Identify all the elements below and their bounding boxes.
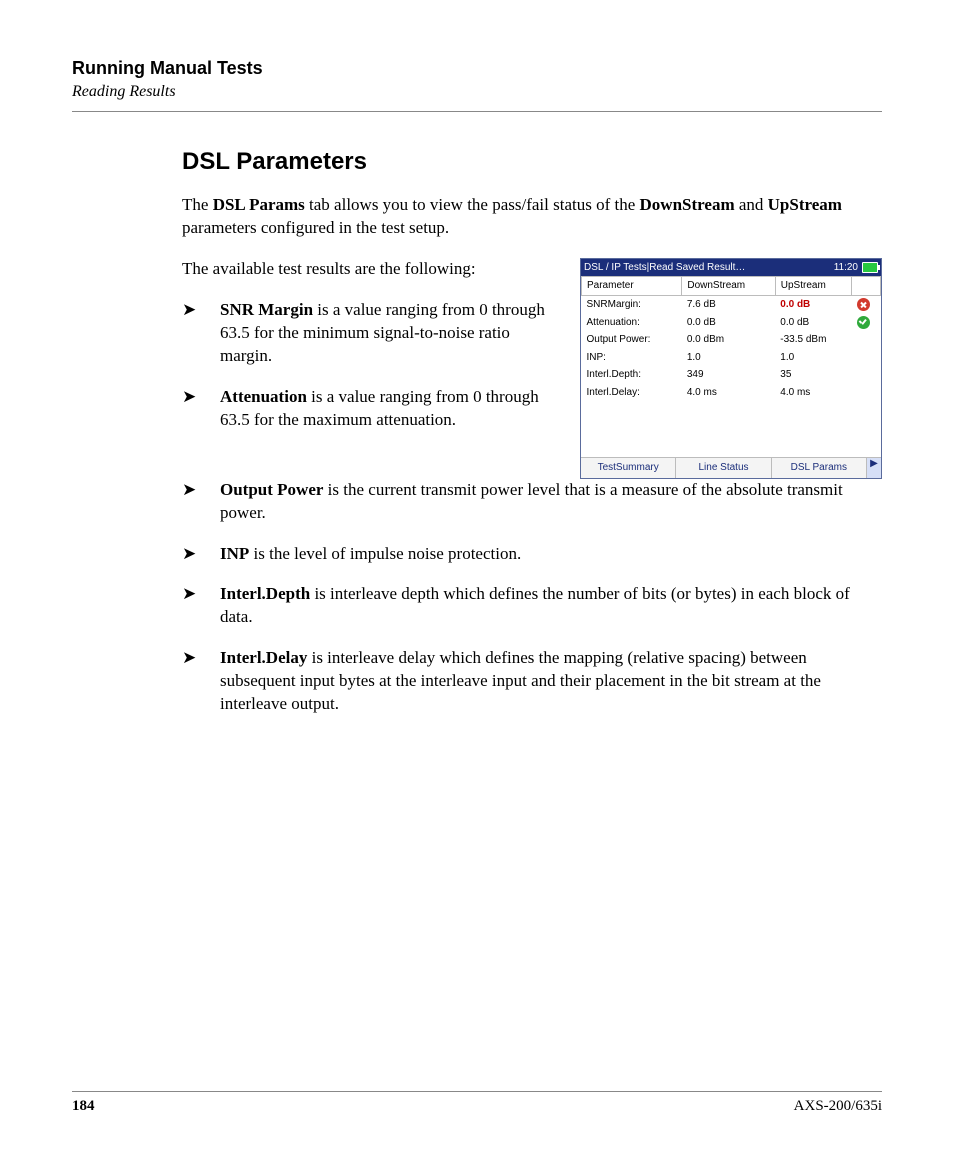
text: and [735,195,768,214]
text: tab allows you to view the pass/fail sta… [305,195,640,214]
intro-paragraph-2: The available test results are the follo… [182,258,558,281]
fail-value: 0.0 dB [780,299,810,310]
screenshot-clock: 11:20 [834,261,858,275]
tab-dsl-params[interactable]: DSL Params [772,457,867,478]
cell: 0.0 dB [682,314,775,332]
cell: 349 [682,366,775,384]
parameter-table: Parameter DownStream UpStream SNRMargin:… [581,276,881,401]
col-downstream: DownStream [682,277,775,296]
cell: 0.0 dBm [682,331,775,349]
screenshot-blank-area [581,401,881,457]
cell: 35 [775,366,851,384]
running-header-chapter: Running Manual Tests [72,58,882,79]
text: The [182,195,213,214]
bullet-arrow-icon: ➤ [182,479,204,525]
bold-term: DSL Params [213,195,305,214]
running-header-section: Reading Results [72,83,882,101]
fail-icon [857,298,870,311]
bullet-term: Interl.Depth [220,584,310,603]
cell: 1.0 [682,349,775,367]
table-row: Output Power:0.0 dBm-33.5 dBm [582,331,881,349]
list-item: ➤Output Power is the current transmit po… [182,479,882,525]
cell: 7.6 dB [682,295,775,313]
cell: Interl.Depth: [582,366,682,384]
section-title: DSL Parameters [72,148,882,176]
col-status [852,277,881,296]
bullet-arrow-icon: ➤ [182,543,204,566]
cell: 4.0 ms [682,384,775,402]
cell [852,331,881,349]
table-row: Interl.Delay:4.0 ms4.0 ms [582,384,881,402]
cell: SNRMargin: [582,295,682,313]
bullet-text: is interleave delay which defines the ma… [220,648,821,713]
bullet-list-top: ➤SNR Margin is a value ranging from 0 th… [182,299,558,432]
bullet-term: Attenuation [220,387,307,406]
screenshot-titlebar: DSL / IP Tests|Read Saved Result… 11:20 [581,259,881,277]
pass-icon [857,316,870,329]
bullet-term: INP [220,544,249,563]
cell: 0.0 dB [775,295,851,313]
battery-icon [862,262,878,273]
bullet-list-bottom: ➤Output Power is the current transmit po… [182,479,882,717]
tab-line-status[interactable]: Line Status [676,457,771,478]
text: parameters configured in the test setup. [182,218,449,237]
bullet-term: Output Power [220,480,323,499]
intro-paragraph-1: The DSL Params tab allows you to view th… [182,194,882,240]
list-item: ➤ Interl.Delay is interleave delay which … [182,647,882,716]
product-model: AXS-200/635i [794,1098,882,1115]
list-item: ➤ INP is the level of impulse noise prote… [182,543,882,566]
tab-scroll-right-icon[interactable]: ▶ [867,457,881,478]
bullet-arrow-icon: ➤ [182,386,204,432]
cell: Interl.Delay: [582,384,682,402]
cell: -33.5 dBm [775,331,851,349]
bullet-text: is the level of impulse noise protection… [249,544,521,563]
cell: INP: [582,349,682,367]
tab-test-summary[interactable]: TestSummary [581,457,676,478]
cell: Attenuation: [582,314,682,332]
footer-rule [72,1091,882,1092]
cell [852,349,881,367]
bullet-term: Interl.Delay [220,648,307,667]
bullet-arrow-icon: ➤ [182,647,204,716]
bullet-text: is interleave depth which defines the nu… [220,584,850,626]
page-number: 184 [72,1098,95,1115]
cell [852,295,881,313]
list-item: ➤ Interl.Depth is interleave depth which … [182,583,882,629]
table-row: SNRMargin:7.6 dB 0.0 dB [582,295,881,313]
device-screenshot: DSL / IP Tests|Read Saved Result… 11:20 … [580,258,882,479]
table-row: Interl.Depth:34935 [582,366,881,384]
bullet-arrow-icon: ➤ [182,583,204,629]
cell [852,384,881,402]
bullet-term: SNR Margin [220,300,313,319]
page-footer: 184 AXS-200/635i [72,1091,882,1115]
screenshot-title-text: DSL / IP Tests|Read Saved Result… [584,261,745,275]
col-upstream: UpStream [775,277,851,296]
cell: 1.0 [775,349,851,367]
header-rule [72,111,882,112]
table-row: Attenuation:0.0 dB0.0 dB [582,314,881,332]
col-parameter: Parameter [582,277,682,296]
cell [852,314,881,332]
cell [852,366,881,384]
table-header-row: Parameter DownStream UpStream [582,277,881,296]
bold-term: DownStream [640,195,735,214]
list-item: ➤SNR Margin is a value ranging from 0 th… [182,299,558,368]
cell: Output Power: [582,331,682,349]
cell: 4.0 ms [775,384,851,402]
list-item: ➤Attenuation is a value ranging from 0 t… [182,386,558,432]
bullet-arrow-icon: ➤ [182,299,204,368]
bold-term: UpStream [768,195,842,214]
table-row: INP:1.01.0 [582,349,881,367]
screenshot-tabbar: TestSummary Line Status DSL Params ▶ [581,457,881,478]
cell: 0.0 dB [775,314,851,332]
